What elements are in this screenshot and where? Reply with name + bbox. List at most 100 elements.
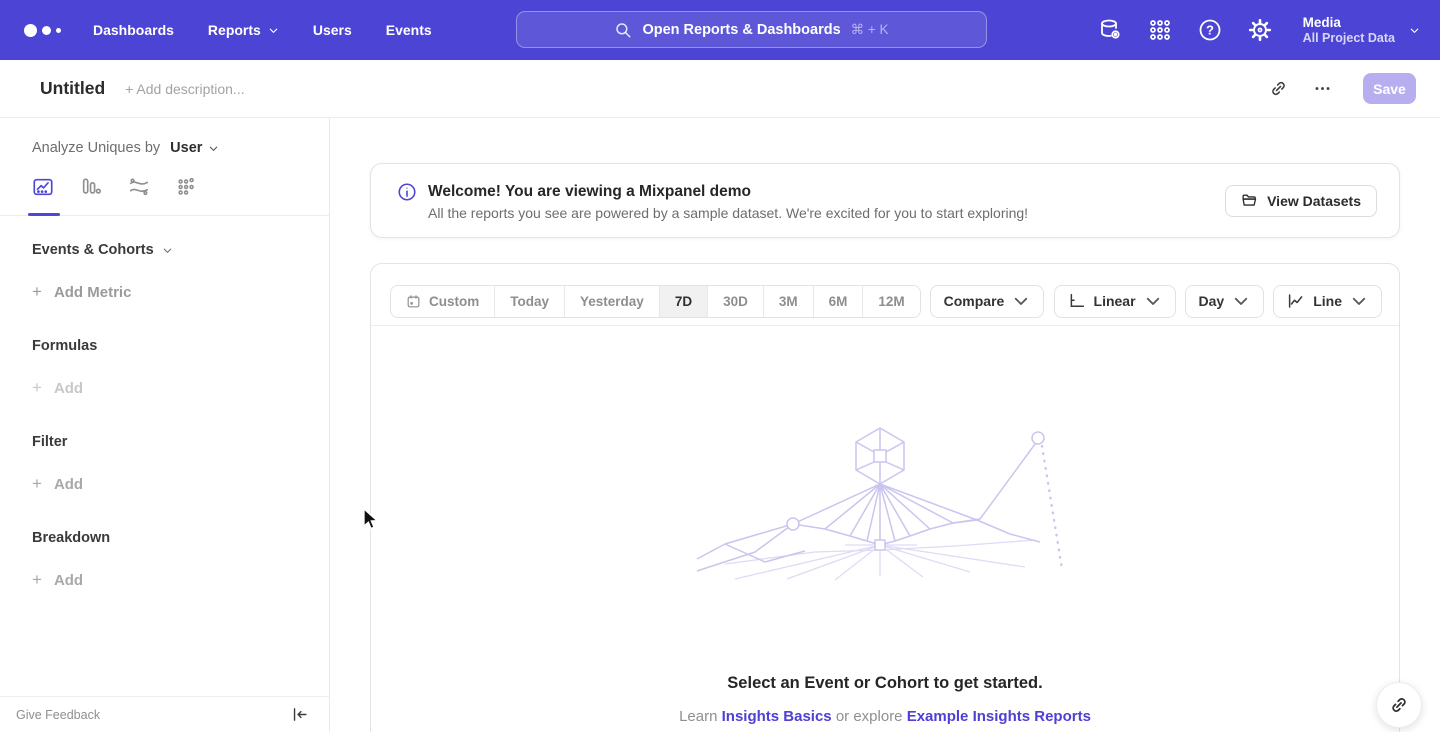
more-options-button[interactable]	[1305, 72, 1339, 106]
range-7d[interactable]: 7D	[660, 286, 708, 317]
link-icon	[1269, 79, 1288, 98]
analyze-uniques-row: Analyze Uniques by User	[0, 118, 329, 170]
range-30d[interactable]: 30D	[708, 286, 764, 317]
range-12m[interactable]: 12M	[863, 286, 919, 317]
project-subtitle: All Project Data	[1303, 31, 1395, 46]
compare-button[interactable]: Compare	[930, 285, 1045, 318]
range-3m-label: 3M	[779, 294, 798, 309]
give-feedback-link[interactable]: Give Feedback	[16, 708, 100, 722]
chart-type-selector[interactable]: Line	[1273, 285, 1382, 318]
add-breakdown-button[interactable]: + Add	[32, 570, 329, 590]
view-datasets-button[interactable]: View Datasets	[1225, 185, 1377, 217]
range-yesterday[interactable]: Yesterday	[565, 286, 660, 317]
view-datasets-label: View Datasets	[1267, 193, 1361, 209]
add-filter-button[interactable]: + Add	[32, 474, 329, 494]
data-management-icon[interactable]	[1097, 17, 1123, 43]
filter-label: Filter	[32, 434, 67, 450]
nav-users-label: Users	[313, 22, 352, 38]
chevron-down-icon	[1409, 25, 1420, 36]
report-header: Untitled + Add description... Save	[0, 60, 1440, 118]
plus-icon: +	[32, 570, 42, 590]
chart-type-label: Line	[1313, 293, 1342, 309]
add-metric-label: Add Metric	[54, 284, 132, 301]
dots-grid-icon	[176, 176, 198, 198]
events-cohorts-label: Events & Cohorts	[32, 242, 154, 258]
add-formula-button[interactable]: + Add	[32, 378, 329, 398]
range-6m[interactable]: 6M	[814, 286, 864, 317]
add-metric-button[interactable]: + Add Metric	[32, 282, 329, 302]
line-chart-icon	[32, 176, 54, 198]
range-custom[interactable]: Custom	[391, 286, 495, 317]
range-6m-label: 6M	[829, 294, 848, 309]
range-today[interactable]: Today	[495, 286, 565, 317]
nav-reports[interactable]: Reports	[208, 22, 279, 38]
nav-dashboards[interactable]: Dashboards	[93, 22, 174, 38]
range-yesterday-label: Yesterday	[580, 294, 644, 309]
compare-label: Compare	[944, 293, 1005, 309]
range-30d-label: 30D	[723, 294, 748, 309]
folder-icon	[1241, 192, 1258, 209]
sidebar-footer: Give Feedback	[0, 696, 329, 732]
welcome-banner: Welcome! You are viewing a Mixpanel demo…	[370, 163, 1400, 238]
logo-dot-large	[24, 24, 37, 37]
tab-metric-grid[interactable]	[176, 176, 200, 215]
share-link-fab[interactable]	[1376, 682, 1422, 728]
copy-link-button[interactable]	[1261, 72, 1295, 106]
main-content: Welcome! You are viewing a Mixpanel demo…	[330, 118, 1440, 732]
mixpanel-logo[interactable]	[24, 24, 61, 37]
banner-subtitle: All the reports you see are powered by a…	[428, 203, 1028, 224]
range-custom-label: Custom	[429, 294, 479, 309]
search-label: Open Reports & Dashboards	[642, 22, 840, 38]
nav-users[interactable]: Users	[313, 22, 352, 38]
save-button[interactable]: Save	[1363, 73, 1416, 104]
formulas-label: Formulas	[32, 338, 97, 354]
settings-gear-icon[interactable]	[1247, 17, 1273, 43]
search-icon	[614, 21, 632, 39]
nav-dashboards-label: Dashboards	[93, 22, 174, 38]
insights-basics-link[interactable]: Insights Basics	[722, 708, 832, 725]
empty-state-links: Learn Insights Basics or explore Example…	[371, 708, 1399, 725]
apps-grid-icon[interactable]	[1147, 17, 1173, 43]
breakdown-label: Breakdown	[32, 530, 110, 546]
calendar-icon	[406, 294, 421, 309]
interval-selector[interactable]: Day	[1185, 285, 1265, 318]
search-shortcut: ⌘ + K	[851, 22, 889, 38]
report-title[interactable]: Untitled	[40, 78, 105, 99]
chevron-down-icon	[162, 245, 173, 256]
example-reports-link[interactable]: Example Insights Reports	[907, 708, 1091, 725]
add-description-field[interactable]: + Add description...	[125, 81, 244, 97]
collapse-sidebar-button[interactable]	[291, 706, 309, 724]
scale-selector[interactable]: Linear	[1054, 285, 1176, 318]
formulas-section: Formulas + Add	[0, 302, 329, 398]
global-search[interactable]: Open Reports & Dashboards ⌘ + K	[516, 11, 987, 48]
tab-bar-chart[interactable]	[80, 176, 104, 215]
date-range-control: Custom Today Yesterday 7D 30D 3M 6M 12M	[390, 285, 921, 318]
range-7d-label: 7D	[675, 294, 692, 309]
filter-heading: Filter	[32, 434, 329, 450]
analyze-by-value: User	[170, 140, 202, 156]
project-name: Media	[1303, 14, 1395, 31]
analyze-by-selector[interactable]: User	[170, 140, 219, 156]
tab-flow-chart[interactable]	[128, 176, 152, 215]
link-icon	[1389, 695, 1409, 715]
bar-chart-icon	[80, 176, 102, 198]
interval-label: Day	[1199, 293, 1225, 309]
formulas-heading: Formulas	[32, 338, 329, 354]
tab-line-chart[interactable]	[32, 176, 56, 215]
line-chart-icon	[1287, 292, 1305, 310]
range-3m[interactable]: 3M	[764, 286, 814, 317]
range-today-label: Today	[510, 294, 549, 309]
chevron-down-icon	[208, 143, 219, 154]
chevron-down-icon	[1350, 292, 1368, 310]
add-filter-label: Add	[54, 476, 83, 493]
help-icon[interactable]: ?	[1197, 17, 1223, 43]
banner-title: Welcome! You are viewing a Mixpanel demo	[428, 181, 1028, 203]
events-cohorts-heading[interactable]: Events & Cohorts	[32, 242, 329, 258]
top-navbar: Dashboards Reports Users Events Open Rep…	[0, 0, 1440, 60]
collapse-left-icon	[291, 706, 308, 723]
nav-events[interactable]: Events	[386, 22, 432, 38]
project-switcher[interactable]: Media All Project Data	[1303, 14, 1420, 46]
range-12m-label: 12M	[878, 294, 904, 309]
learn-prefix: Learn	[679, 708, 722, 725]
scale-label: Linear	[1094, 293, 1136, 309]
